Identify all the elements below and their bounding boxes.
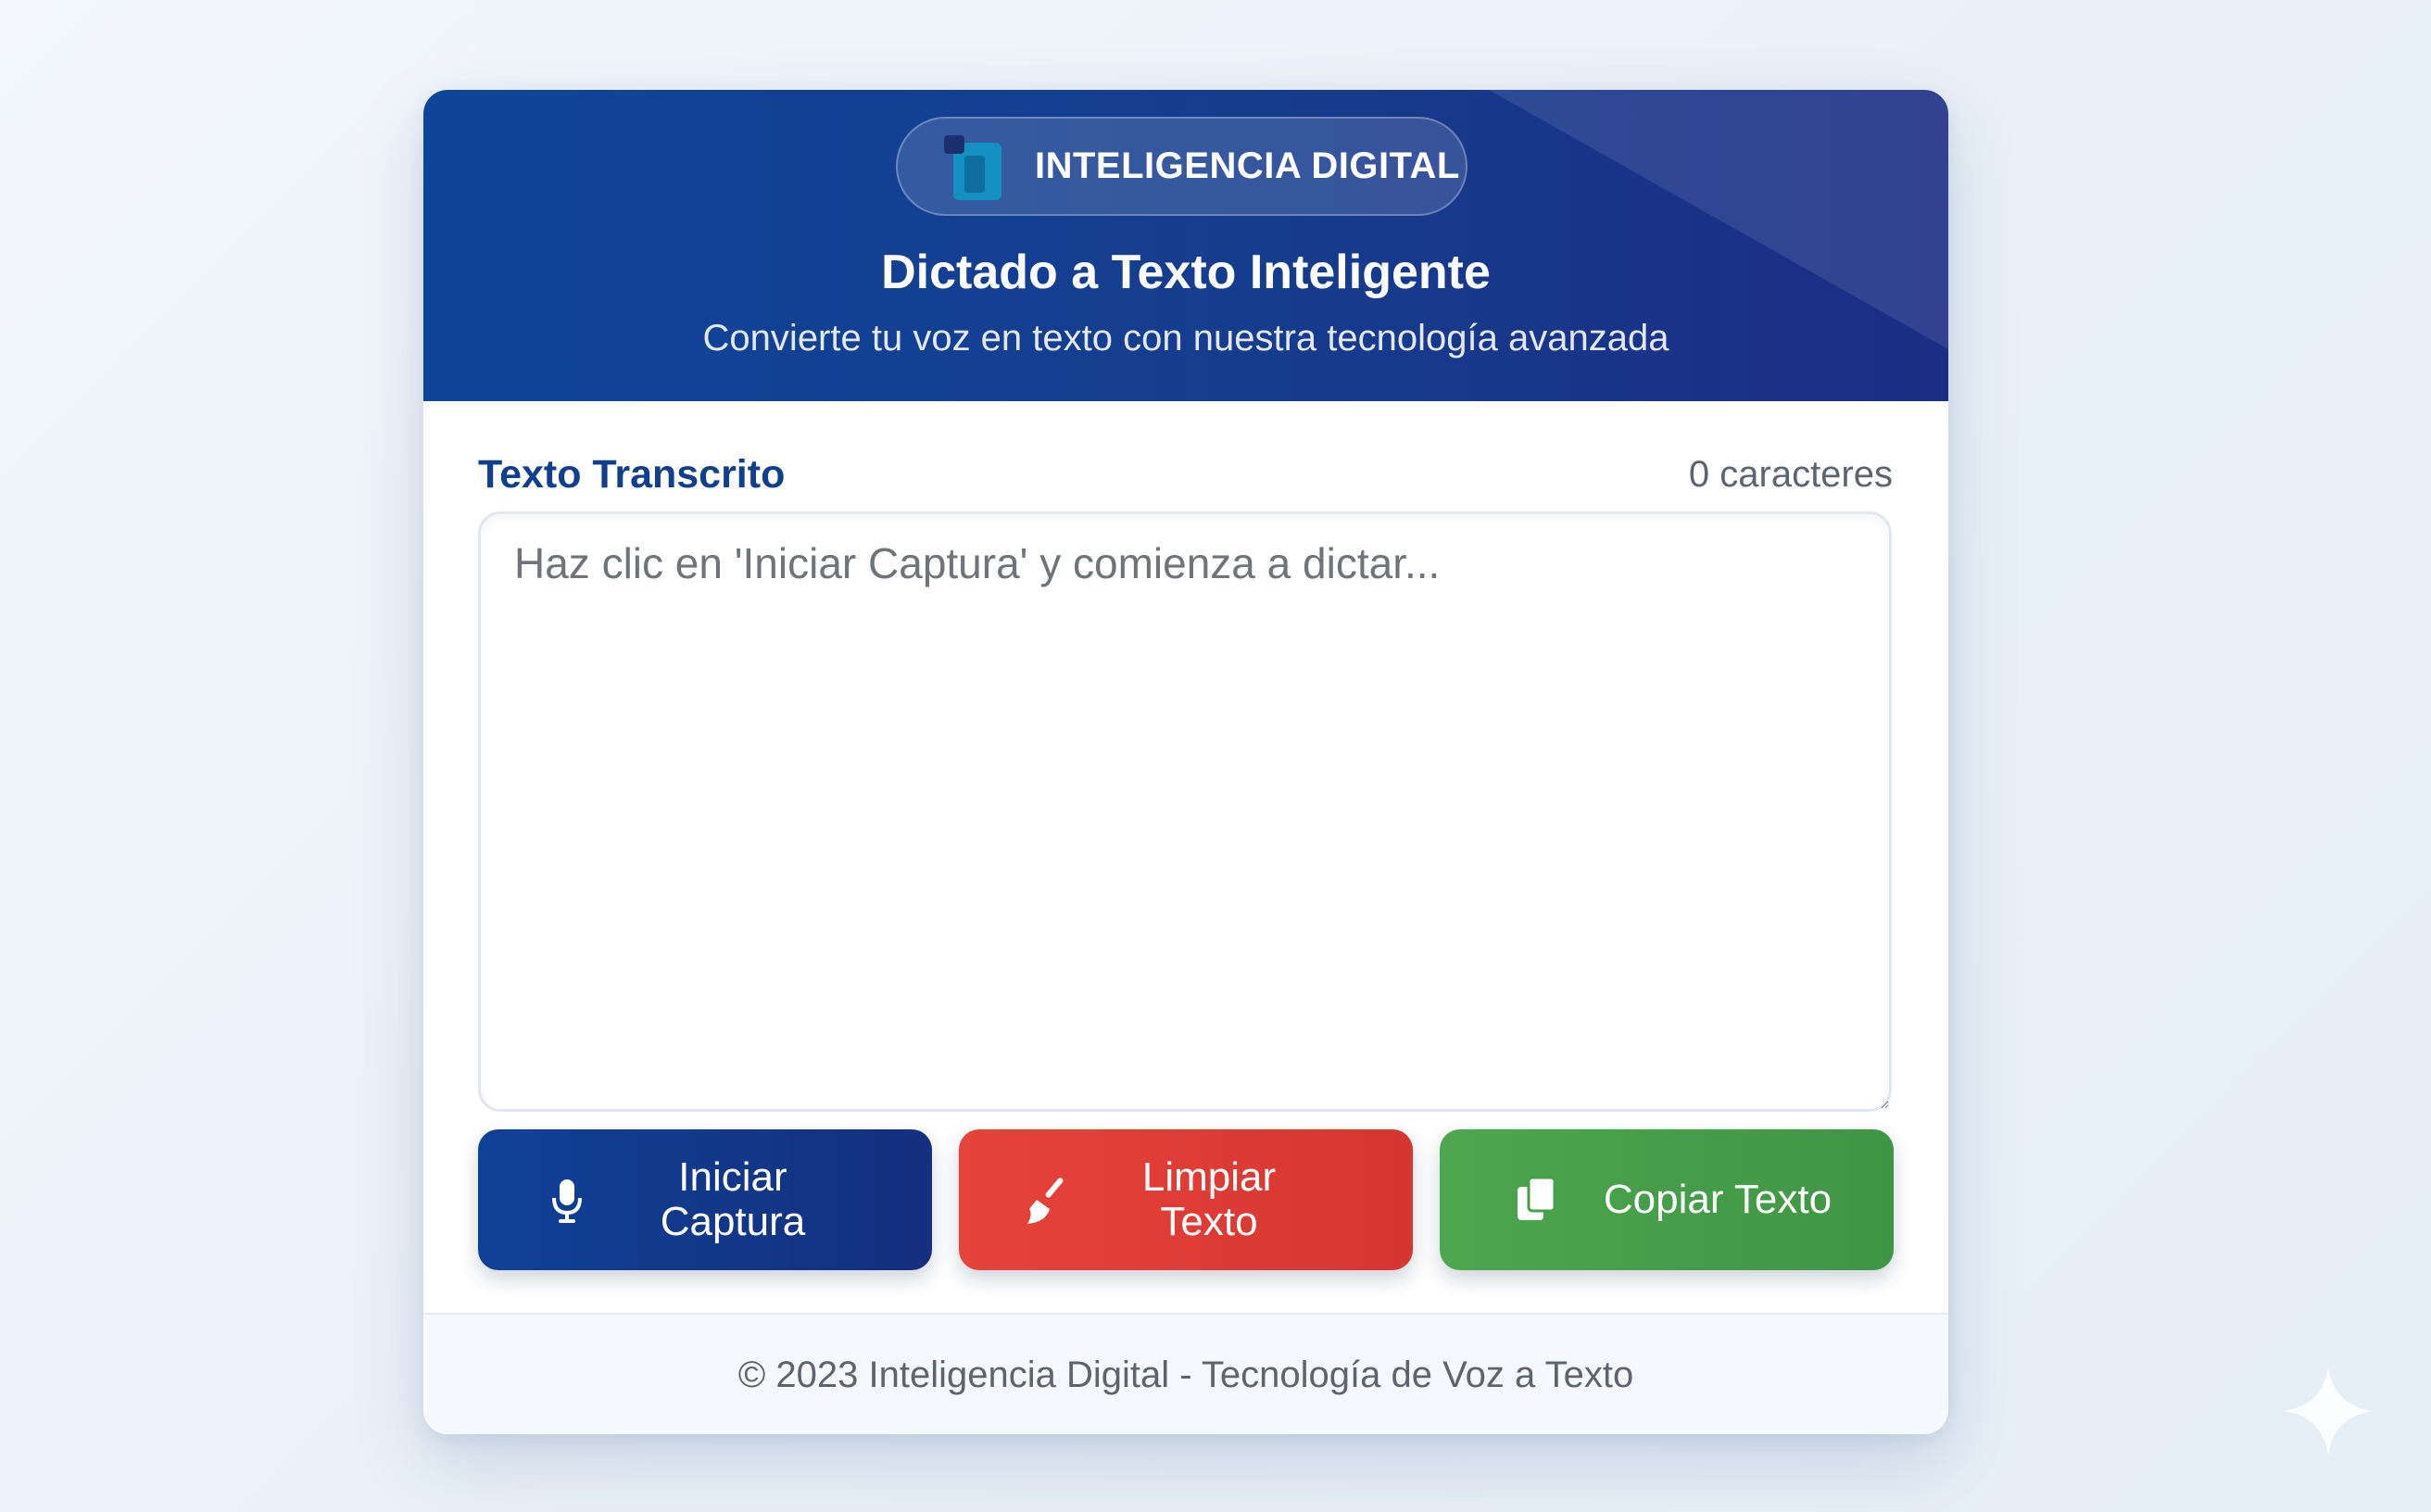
copy-icon xyxy=(1518,1176,1556,1220)
start-capture-label: Iniciar Captura xyxy=(660,1154,806,1244)
transcript-label: Texto Transcrito xyxy=(478,452,786,497)
copy-text-label: Copiar Texto xyxy=(1603,1177,1833,1222)
transcript-textarea[interactable] xyxy=(478,511,1892,1112)
brand-badge: INTELIGENCIA DIGITAL xyxy=(896,117,1467,216)
page-title: Dictado a Texto Inteligente xyxy=(881,246,1491,299)
footer: © 2023 Inteligencia Digital - Tecnología… xyxy=(423,1313,1948,1434)
microphone-icon xyxy=(552,1179,582,1223)
brand-logo-icon xyxy=(944,135,1001,200)
character-count: 0 caracteres xyxy=(1688,454,1893,495)
page-subtitle: Convierte tu voz en texto con nuestra te… xyxy=(702,318,1669,359)
clear-text-label: Limpiar Texto xyxy=(1141,1154,1277,1244)
start-capture-button[interactable]: Iniciar Captura xyxy=(478,1129,932,1270)
clear-text-button[interactable]: Limpiar Texto xyxy=(959,1129,1413,1270)
header: INTELIGENCIA DIGITAL Dictado a Texto Int… xyxy=(423,90,1948,401)
broom-icon xyxy=(1027,1178,1064,1224)
copy-text-button[interactable]: Copiar Texto xyxy=(1440,1129,1894,1270)
dictation-card: INTELIGENCIA DIGITAL Dictado a Texto Int… xyxy=(423,90,1948,1434)
brand-name: INTELIGENCIA DIGITAL xyxy=(1035,145,1460,186)
sparkle-icon xyxy=(2284,1367,2373,1455)
